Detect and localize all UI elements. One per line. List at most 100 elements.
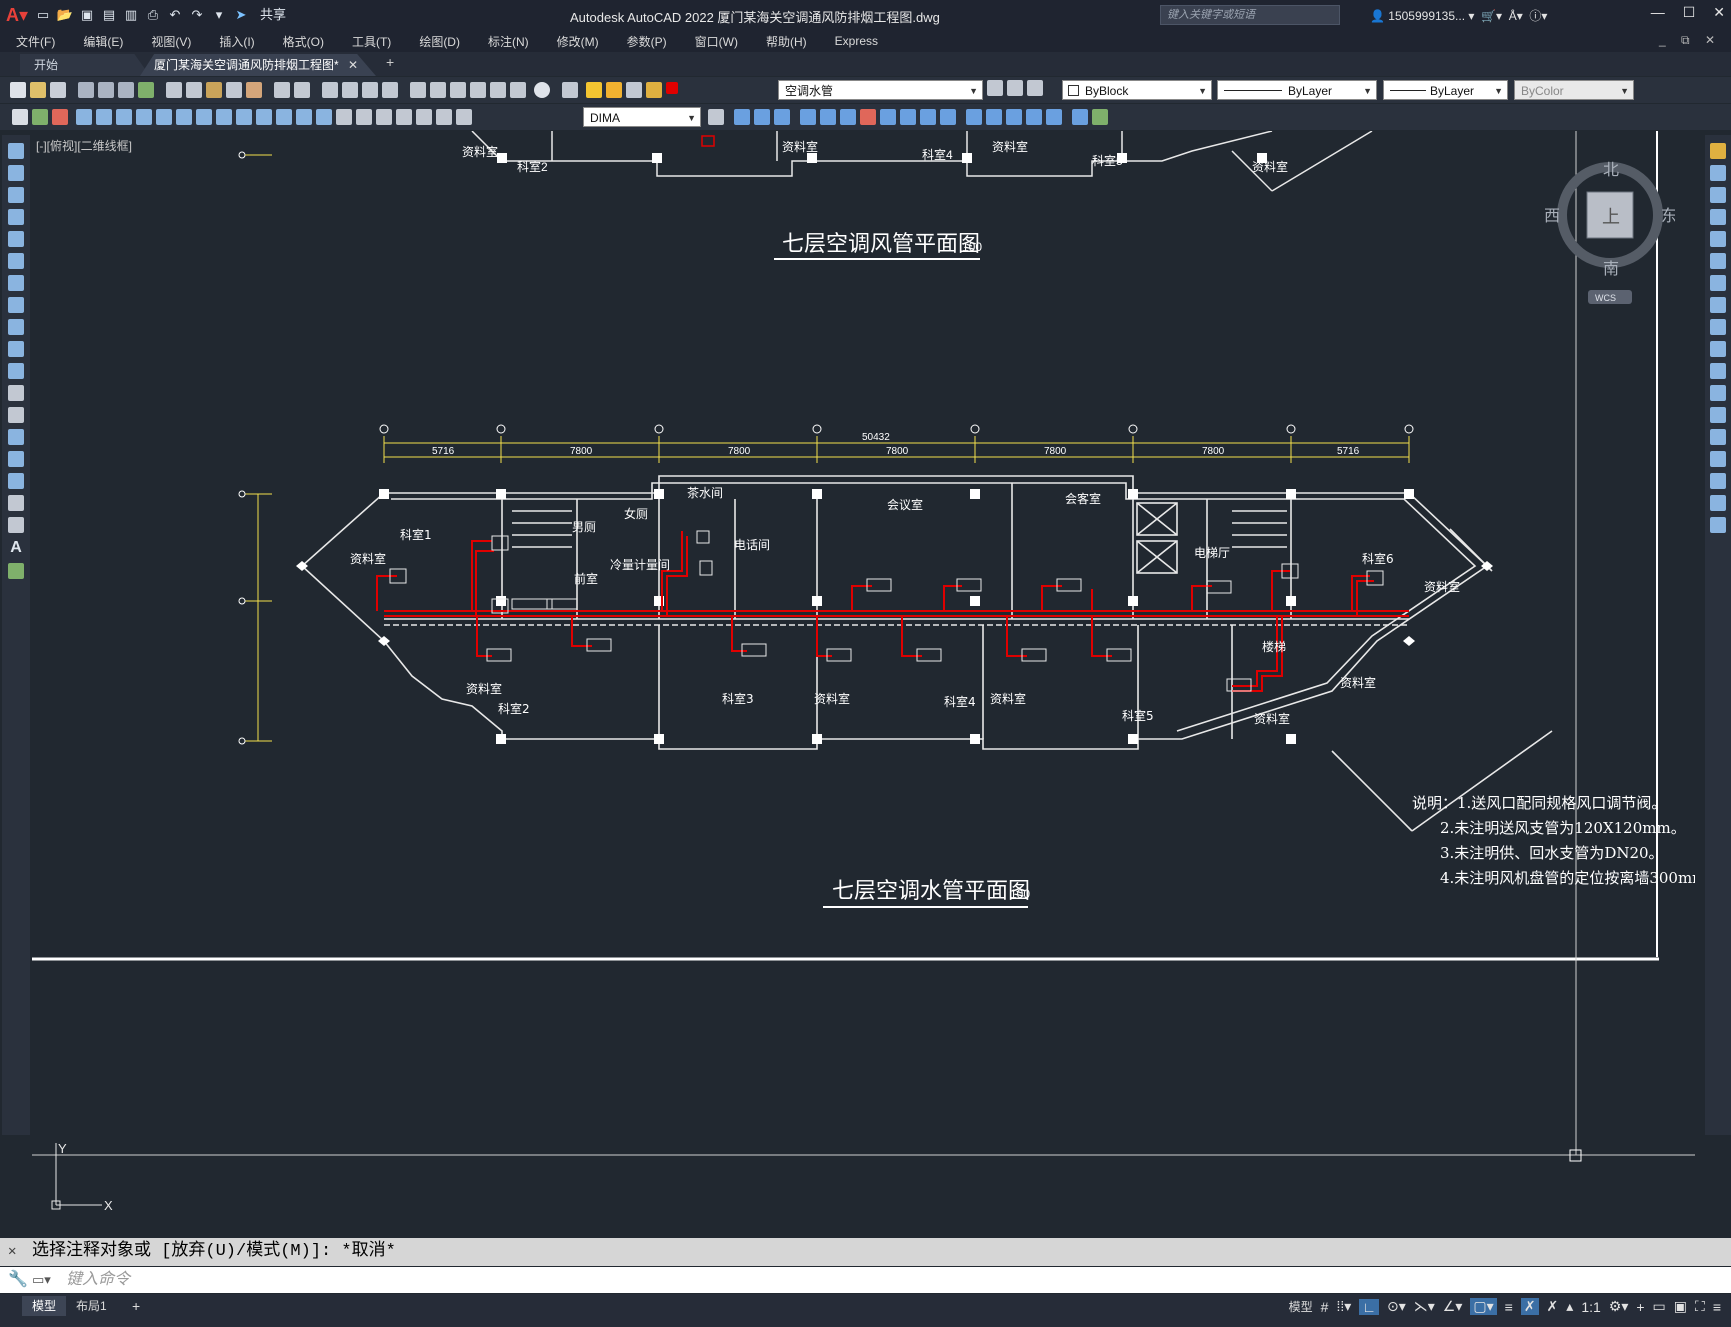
dim-text-edit-icon[interactable] xyxy=(436,109,452,125)
color-dropdown[interactable]: ByBlock ▼ xyxy=(1062,80,1212,100)
add-selected-icon[interactable] xyxy=(8,563,24,579)
quick-dim-icon[interactable] xyxy=(236,109,252,125)
break-tool-icon[interactable] xyxy=(1710,407,1726,423)
undo-icon[interactable]: ↶ xyxy=(166,6,184,24)
menu-view[interactable]: 视图(V) xyxy=(135,33,203,50)
trim-tool-icon[interactable] xyxy=(1710,341,1726,357)
autocad-logo-icon[interactable]: A▾ xyxy=(0,0,34,30)
open-file-icon[interactable] xyxy=(30,82,46,98)
preview-icon[interactable] xyxy=(98,82,114,98)
menu-express[interactable]: Express xyxy=(819,34,890,48)
share-icon[interactable]: ➤ xyxy=(232,6,250,24)
explode-icon[interactable] xyxy=(1046,109,1062,125)
new-icon[interactable]: ▭ xyxy=(34,6,52,24)
customize-status-icon[interactable]: ≡ xyxy=(1713,1299,1721,1315)
linear-dim-icon[interactable] xyxy=(76,109,92,125)
aligned-dim-icon[interactable] xyxy=(96,109,112,125)
make-current-icon[interactable] xyxy=(987,80,1003,96)
offset-tool-icon[interactable] xyxy=(1710,209,1726,225)
menu-window[interactable]: 窗口(W) xyxy=(679,33,750,50)
table-tool-icon[interactable] xyxy=(8,517,24,533)
3d-dwf-icon[interactable] xyxy=(138,82,154,98)
compass-east[interactable]: 东 xyxy=(1661,207,1677,225)
drawing-canvas[interactable]: 资料室 科室2 资料室 科室4 资料室 科室5 资料室 七层空调风管平面图 10… xyxy=(32,130,1721,1235)
share-label[interactable]: 共享 xyxy=(260,6,286,24)
menu-file[interactable]: 文件(F) xyxy=(0,33,67,50)
model-space-toggle[interactable]: 模型 xyxy=(1289,1298,1313,1315)
layer-previous-icon[interactable] xyxy=(1007,80,1023,96)
extend-icon[interactable] xyxy=(986,109,1002,125)
command-input[interactable]: 🔧 ▭▾ 键入命令 xyxy=(0,1267,1731,1293)
continue-dim-icon[interactable] xyxy=(276,109,292,125)
circle-tool-icon[interactable] xyxy=(8,275,24,291)
dimstyle-manager-icon[interactable] xyxy=(708,109,724,125)
block-icon[interactable] xyxy=(32,109,48,125)
properties-icon[interactable] xyxy=(410,82,426,98)
units-icon[interactable]: ▭ xyxy=(1653,1298,1666,1315)
revcloud-tool-icon[interactable] xyxy=(8,297,24,313)
annotation-visibility-icon[interactable]: ✗ xyxy=(1520,1298,1539,1315)
linetype-dropdown[interactable]: ByLayer ▼ xyxy=(1217,80,1377,100)
extend-tool-icon[interactable] xyxy=(1710,363,1726,379)
jogged-linear-icon[interactable] xyxy=(396,109,412,125)
compass-north[interactable]: 北 xyxy=(1603,161,1619,179)
move-icon[interactable] xyxy=(800,109,816,125)
object-snap-icon[interactable]: ▢▾ xyxy=(1470,1298,1497,1315)
redo-icon[interactable]: ↷ xyxy=(188,6,206,24)
autoscale-icon[interactable]: ✗ xyxy=(1547,1298,1559,1315)
center-mark-icon[interactable] xyxy=(356,109,372,125)
maximize-icon[interactable]: ☐ xyxy=(1683,4,1696,21)
menu-format[interactable]: 格式(O) xyxy=(267,33,336,50)
hardware-accel-icon[interactable]: ▣ xyxy=(1674,1298,1687,1315)
dim-space-icon[interactable] xyxy=(296,109,312,125)
menu-dimension[interactable]: 标注(N) xyxy=(472,33,541,50)
print-icon[interactable] xyxy=(78,82,94,98)
menu-tools[interactable]: 工具(T) xyxy=(336,33,403,50)
polar-icon[interactable]: ⊙▾ xyxy=(1387,1298,1406,1315)
hatch-icon[interactable] xyxy=(52,109,68,125)
save-icon[interactable]: ▣ xyxy=(78,6,96,24)
gradient-tool-icon[interactable] xyxy=(8,473,24,489)
inspection-icon[interactable] xyxy=(376,109,392,125)
ellipse-arc-tool-icon[interactable] xyxy=(8,363,24,379)
array-icon[interactable] xyxy=(920,109,936,125)
snap-icon[interactable]: ⁞⁞▾ xyxy=(1336,1298,1351,1315)
construction-line-icon[interactable] xyxy=(8,165,24,181)
lineweight-icon[interactable]: ≡ xyxy=(1505,1299,1513,1315)
minimize-icon[interactable]: — xyxy=(1651,4,1665,21)
baseline-dim-icon[interactable] xyxy=(256,109,272,125)
point-tool-icon[interactable] xyxy=(8,429,24,445)
array-tool-icon[interactable] xyxy=(1710,231,1726,247)
design-center-icon[interactable] xyxy=(430,82,446,98)
tab-layout1[interactable]: 布局1 xyxy=(66,1296,117,1316)
diameter-dim-icon[interactable] xyxy=(196,109,212,125)
fillet-icon[interactable] xyxy=(1006,109,1022,125)
menu-help[interactable]: 帮助(H) xyxy=(750,33,819,50)
block-editor-icon[interactable] xyxy=(246,82,262,98)
draworder-icon[interactable] xyxy=(1072,109,1088,125)
fillet-tool-icon[interactable] xyxy=(1710,473,1726,489)
stretch-icon[interactable] xyxy=(840,109,856,125)
tool-palettes-icon[interactable] xyxy=(450,82,466,98)
dim-break-icon[interactable] xyxy=(316,109,332,125)
toolbar-redo-icon[interactable] xyxy=(294,82,310,98)
menu-insert[interactable]: 插入(I) xyxy=(203,33,266,50)
match-prop-2-icon[interactable] xyxy=(12,109,28,125)
menu-draw[interactable]: 绘图(D) xyxy=(403,33,472,50)
close-icon[interactable]: ✕ xyxy=(1713,4,1725,21)
jogged-dim-icon[interactable] xyxy=(176,109,192,125)
tab-start[interactable]: 开始 xyxy=(20,54,150,76)
publish-icon[interactable] xyxy=(118,82,134,98)
qnew-icon[interactable] xyxy=(10,82,26,98)
paste-icon[interactable] xyxy=(206,82,222,98)
ordinate-dim-icon[interactable] xyxy=(136,109,152,125)
hatch-tool-icon[interactable] xyxy=(8,451,24,467)
grid-icon[interactable]: # xyxy=(1321,1299,1329,1315)
help-icon[interactable] xyxy=(534,82,550,98)
ungroup-icon[interactable] xyxy=(754,109,770,125)
layer-lock-icon[interactable] xyxy=(646,82,662,98)
make-block-icon[interactable] xyxy=(8,407,24,423)
save-as-icon[interactable]: ▤ xyxy=(100,6,118,24)
spline-tool-icon[interactable] xyxy=(8,319,24,335)
layer-on-bulb-icon[interactable] xyxy=(586,82,602,98)
